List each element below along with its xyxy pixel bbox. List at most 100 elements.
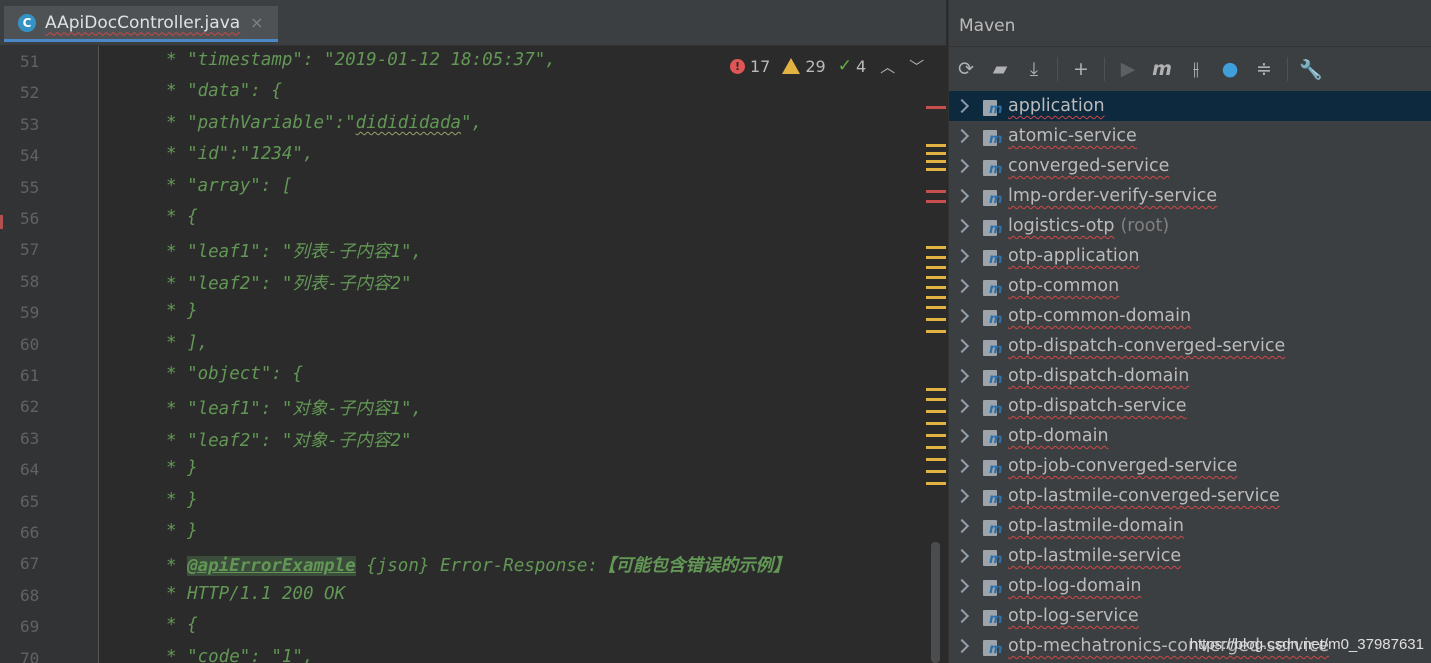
maven-project-item[interactable]: m otp-common-domain [949, 301, 1431, 331]
code-line[interactable]: * "data": { [166, 81, 282, 101]
maven-project-item[interactable]: m otp-common [949, 271, 1431, 301]
stripe-mark[interactable] [926, 330, 946, 333]
inspection-widget[interactable]: ! 17 29 ✓ 4 ︿ ﹀ [730, 54, 924, 78]
code-line[interactable]: * "id":"1234", [166, 144, 314, 164]
stripe-mark[interactable] [926, 446, 946, 449]
code-line[interactable]: * "pathVariable":"didididada", [166, 113, 482, 133]
stripe-mark[interactable] [926, 286, 946, 289]
chevron-right-icon[interactable] [954, 518, 970, 534]
stripe-mark[interactable] [926, 410, 946, 413]
maven-project-item[interactable]: m otp-job-converged-service [949, 451, 1431, 481]
stripe-mark[interactable] [926, 434, 946, 437]
stripe-mark[interactable] [926, 318, 946, 321]
code-line[interactable]: * "code": "1", [166, 647, 314, 663]
line-number[interactable]: 70 [20, 649, 60, 663]
chevron-right-icon[interactable] [954, 608, 970, 624]
chevron-right-icon[interactable] [954, 308, 970, 324]
chevron-right-icon[interactable] [954, 638, 970, 654]
chevron-right-icon[interactable] [954, 158, 970, 174]
next-highlight-icon[interactable]: ﹀ [909, 56, 924, 77]
line-number[interactable]: 60 [20, 335, 60, 354]
maven-project-item[interactable]: m otp-dispatch-domain [949, 361, 1431, 391]
code-line[interactable]: * "object": { [166, 364, 303, 384]
stripe-mark[interactable] [926, 296, 946, 299]
code-editor[interactable]: C AApiDocController.java × 51 52 53 54 55 56 5… [0, 0, 946, 663]
stripe-mark[interactable] [926, 246, 946, 249]
stripe-mark[interactable] [926, 482, 946, 485]
chevron-right-icon[interactable] [954, 548, 970, 564]
line-number[interactable]: 51 [20, 52, 60, 71]
line-number[interactable]: 68 [20, 586, 60, 605]
settings-icon[interactable]: 🔧 [1294, 52, 1328, 86]
reload-icon[interactable]: ⟳ [949, 52, 983, 86]
maven-project-item[interactable]: m otp-dispatch-service [949, 391, 1431, 421]
collapse-icon[interactable]: ≑ [1247, 52, 1281, 86]
line-number[interactable]: 65 [20, 492, 60, 511]
previous-highlight-icon[interactable]: ︿ [880, 56, 895, 77]
stripe-mark[interactable] [926, 200, 946, 203]
code-line[interactable]: * "leaf2": "列表-子内容2" [166, 270, 412, 295]
tab-aapidoccontroller[interactable]: C AApiDocController.java × [4, 6, 278, 42]
code-line[interactable]: * { [166, 615, 198, 635]
code-line[interactable]: * { [166, 207, 198, 227]
line-number[interactable]: 58 [20, 272, 60, 291]
line-number-gutter[interactable]: 51 52 53 54 55 56 57 58 59 60 61 62 63 64 65 66 67 68 69 70 [0, 46, 99, 663]
stripe-mark[interactable] [926, 306, 946, 309]
run-icon[interactable]: ▶ [1111, 52, 1145, 86]
chevron-right-icon[interactable] [954, 248, 970, 264]
chevron-right-icon[interactable] [954, 398, 970, 414]
line-number[interactable]: 61 [20, 366, 60, 385]
maven-project-item[interactable]: m lmp-order-verify-service [949, 181, 1431, 211]
chevron-right-icon[interactable] [954, 188, 970, 204]
chevron-right-icon[interactable] [954, 218, 970, 234]
stripe-mark[interactable] [926, 398, 946, 401]
line-number[interactable]: 67 [20, 554, 60, 573]
line-number[interactable]: 55 [20, 178, 60, 197]
maven-project-item[interactable]: m otp-lastmile-domain [949, 511, 1431, 541]
stripe-mark[interactable] [926, 168, 946, 171]
chevron-right-icon[interactable] [954, 278, 970, 294]
line-number[interactable]: 63 [20, 429, 60, 448]
plus-icon[interactable]: + [1064, 52, 1098, 86]
line-number[interactable]: 57 [20, 240, 60, 259]
stripe-mark[interactable] [926, 160, 946, 163]
line-number[interactable]: 69 [20, 617, 60, 636]
code-line[interactable]: * "array": [ [166, 176, 292, 196]
download-icon[interactable]: ⤓ [1017, 52, 1051, 86]
chevron-right-icon[interactable] [954, 338, 970, 354]
chevron-right-icon[interactable] [954, 578, 970, 594]
stripe-mark[interactable] [926, 458, 946, 461]
code-line[interactable]: * "leaf2": "对象-子内容2" [166, 427, 412, 452]
code-line[interactable]: * } [166, 521, 198, 541]
maven-project-item[interactable]: m otp-lastmile-converged-service [949, 481, 1431, 511]
stripe-mark[interactable] [926, 276, 946, 279]
code-line[interactable]: * ], [166, 333, 208, 353]
maven-project-item[interactable]: m otp-lastmile-service [949, 541, 1431, 571]
stripe-mark[interactable] [926, 152, 946, 155]
stripe-mark[interactable] [926, 422, 946, 425]
maven-project-item[interactable]: m otp-application [949, 241, 1431, 271]
skip-tests-icon[interactable]: ● [1213, 52, 1247, 86]
maven-project-item[interactable]: m otp-log-service [949, 601, 1431, 631]
maven-project-item[interactable]: m logistics-otp (root) [949, 211, 1431, 241]
code-line[interactable]: * "leaf1": "对象-子内容1", [166, 395, 422, 420]
maven-project-item[interactable]: m application [949, 91, 1431, 121]
stripe-mark[interactable] [926, 190, 946, 193]
stripe-mark[interactable] [926, 106, 946, 109]
maven-project-item[interactable]: m converged-service [949, 151, 1431, 181]
line-number[interactable]: 56 [20, 209, 60, 228]
code-line[interactable]: * HTTP/1.1 200 OK [166, 584, 345, 604]
maven-project-item[interactable]: m otp-log-domain [949, 571, 1431, 601]
code-line[interactable]: * "timestamp": "2019-01-12 18:05:37", [166, 50, 556, 70]
maven-project-item[interactable]: m atomic-service [949, 121, 1431, 151]
maven-project-item[interactable]: m otp-dispatch-converged-service [949, 331, 1431, 361]
add-sources-icon[interactable]: ▰ [983, 52, 1017, 86]
stripe-mark[interactable] [926, 470, 946, 473]
chevron-right-icon[interactable] [954, 98, 970, 114]
toggle-offline-icon[interactable]: ⫲ [1179, 52, 1213, 86]
line-number[interactable]: 59 [20, 303, 60, 322]
line-number[interactable]: 54 [20, 146, 60, 165]
line-number[interactable]: 52 [20, 83, 60, 102]
chevron-right-icon[interactable] [954, 428, 970, 444]
editor-scrollbar[interactable] [931, 542, 940, 663]
